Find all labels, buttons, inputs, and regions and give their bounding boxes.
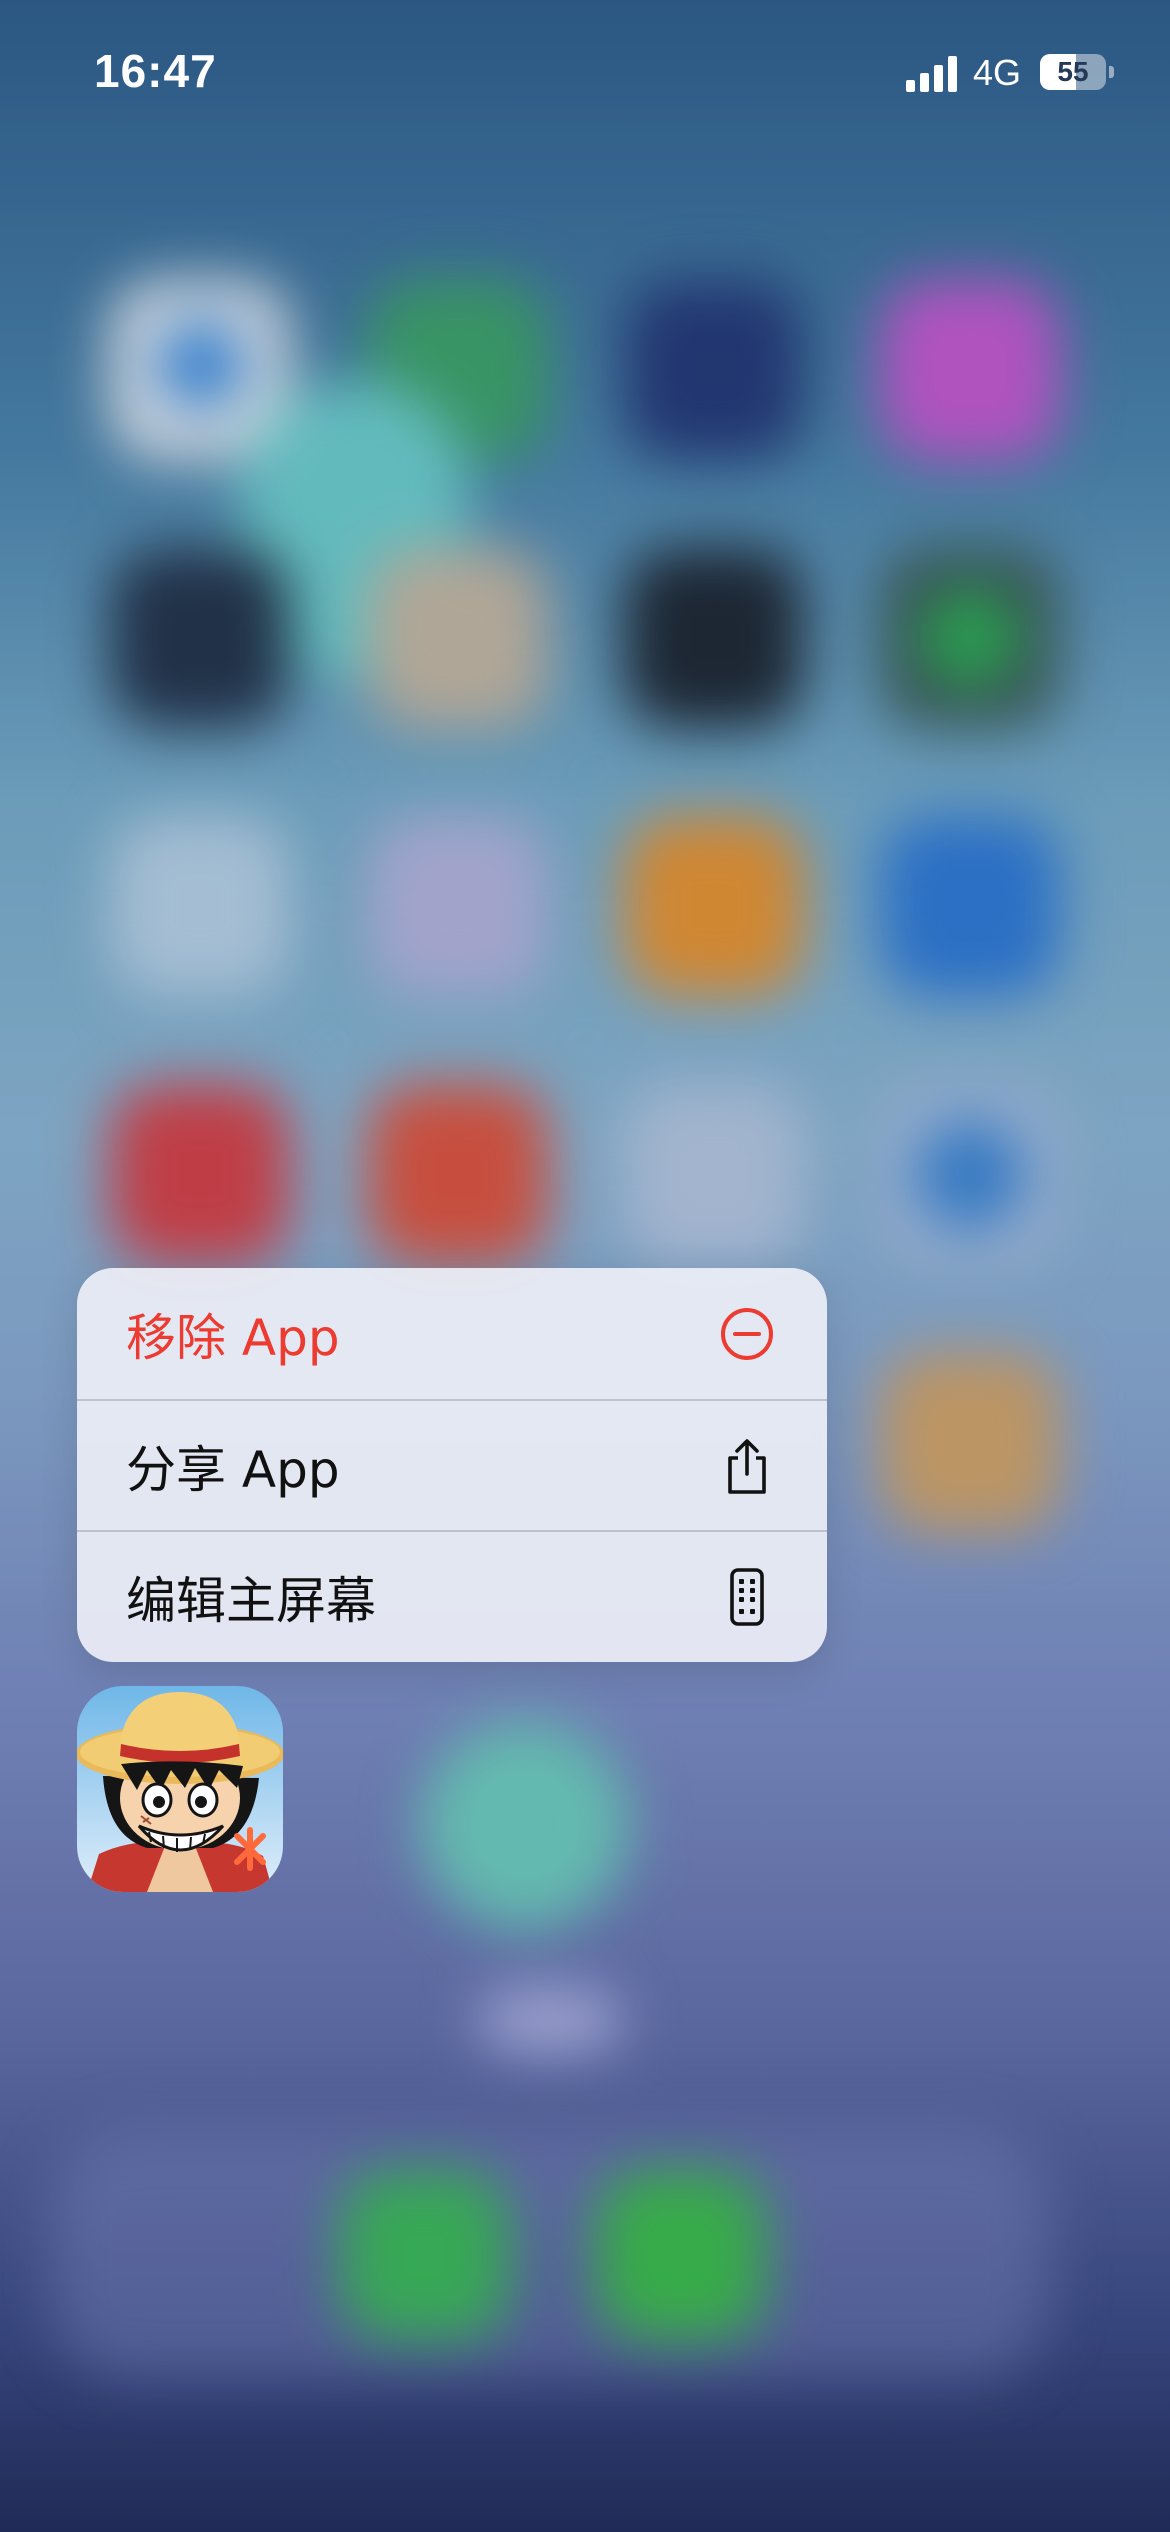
share-app-menu-item[interactable]: 分享 App — [77, 1399, 827, 1530]
cellular-signal-icon — [906, 56, 960, 92]
network-type: 4G — [973, 52, 1022, 93]
menu-item-label: 编辑主屏幕 — [126, 1571, 376, 1630]
share-icon — [719, 1438, 775, 1494]
menu-item-label: 分享 App — [126, 1440, 340, 1499]
minus-circle-icon — [719, 1306, 775, 1362]
phone-edit-icon — [719, 1567, 775, 1626]
menu-item-label: 移除 App — [126, 1308, 340, 1367]
one-piece-luffy-app-icon[interactable] — [77, 1686, 283, 1892]
edit-home-screen-menu-item[interactable]: 编辑主屏幕 — [77, 1530, 827, 1661]
app-context-menu: 移除 App 分享 App 编辑主屏幕 — [77, 1268, 827, 1662]
battery-level: 55 — [1057, 56, 1089, 87]
home-screen-background — [0, 0, 1170, 2532]
battery-tip — [1109, 66, 1114, 78]
battery-icon: 55 — [1040, 54, 1106, 90]
status-bar: 16:47 4G 55 — [0, 0, 1170, 150]
remove-app-menu-item[interactable]: 移除 App — [77, 1268, 827, 1399]
clock: 16:47 — [94, 45, 217, 97]
